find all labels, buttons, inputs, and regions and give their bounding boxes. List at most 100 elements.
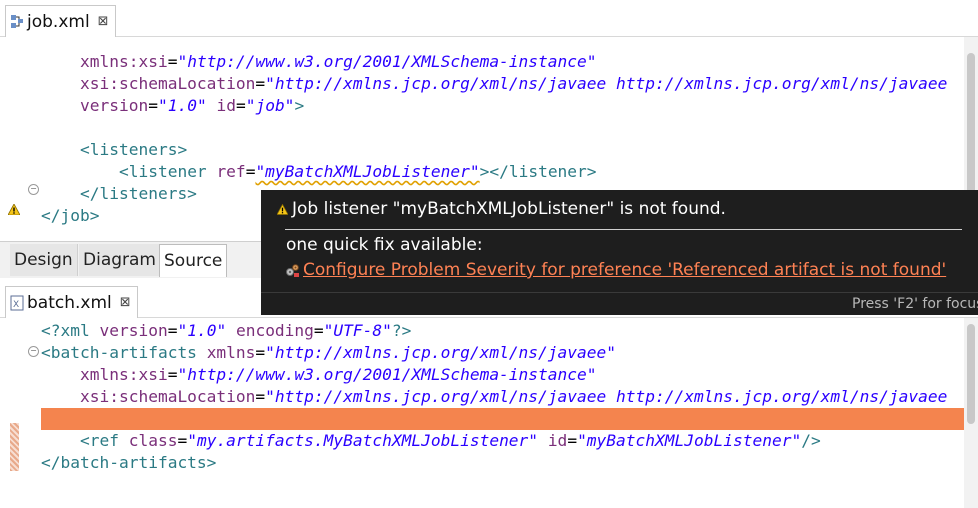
code-token: "http://www.w3.org/2001/XMLSchema-instan…: [177, 52, 597, 71]
scroll-thumb[interactable]: [967, 324, 975, 424]
code-token: <listener: [118, 162, 217, 181]
code-token: <batch-artifacts: [41, 343, 207, 362]
code-token: </listeners>: [79, 184, 197, 203]
editor-tabbar: job.xml ⊠: [0, 0, 978, 37]
status-hint: Press 'F2' for focus: [852, 296, 978, 312]
batch-xml-source[interactable]: <?xml version="1.0" encoding="UTF-8"?> <b…: [41, 320, 964, 474]
tab-source[interactable]: Source: [159, 244, 228, 277]
code-line[interactable]: [41, 408, 964, 430]
code-line[interactable]: version="1.0" id="job">: [41, 95, 964, 117]
code-token: "http://xmlns.jcp.org/xml/ns/javaee http…: [265, 387, 948, 406]
code-token: id: [547, 431, 568, 450]
quick-fix-item[interactable]: Configure Problem Severity for preferenc…: [285, 260, 946, 280]
problem-message: Job listener "myBatchXMLJobListener" is …: [277, 199, 726, 219]
code-token: "UTF-8": [323, 321, 392, 340]
code-token: =: [148, 96, 158, 115]
configure-severity-link[interactable]: Configure Problem Severity for preferenc…: [303, 260, 946, 280]
code-token: <listeners>: [79, 140, 188, 159]
code-token: xmlns:xsi: [79, 365, 168, 384]
editor-gutter: −: [0, 318, 40, 508]
problem-hover-popup: Job listener "myBatchXMLJobListener" is …: [261, 190, 978, 315]
divider: [285, 229, 962, 230]
editor-gutter: −: [0, 37, 40, 260]
code-token: </batch-artifacts>: [41, 453, 217, 472]
code-token: </job>: [41, 206, 100, 225]
tab-job-xml[interactable]: job.xml ⊠: [5, 5, 116, 37]
code-token: xsi:schemaLocation: [79, 387, 256, 406]
code-line[interactable]: <ref class="my.artifacts.MyBatchXMLJobLi…: [41, 430, 964, 452]
code-token: xsi:schemaLocation: [79, 74, 256, 93]
quick-fix-title: one quick fix available:: [286, 235, 483, 255]
tab-design[interactable]: Design: [10, 244, 78, 276]
vertical-scrollbar[interactable]: [964, 318, 978, 508]
code-line[interactable]: <batch-artifacts xmlns="http://xmlns.jcp…: [41, 342, 964, 364]
code-token: =: [177, 431, 188, 450]
tab-batch-xml[interactable]: X batch.xml ⊠: [5, 286, 138, 318]
code-token: />: [801, 431, 821, 450]
code-line[interactable]: xmlns:xsi="http://www.w3.org/2001/XMLSch…: [41, 51, 964, 73]
warning-icon: [277, 203, 288, 215]
code-token: "job": [245, 96, 295, 115]
code-token: =: [245, 162, 256, 181]
code-line[interactable]: <?xml version="1.0" encoding="UTF-8"?>: [41, 320, 964, 342]
close-icon[interactable]: ⊠: [120, 295, 131, 310]
code-token: >: [294, 96, 305, 115]
code-token: =: [167, 365, 178, 384]
code-token: id: [216, 96, 236, 115]
code-token: "myBatchXMLJobListener": [577, 431, 802, 450]
code-line[interactable]: <listeners>: [41, 139, 964, 161]
code-line[interactable]: xsi:schemaLocation="http://xmlns.jcp.org…: [41, 386, 964, 408]
tab-label: job.xml: [27, 11, 90, 32]
code-line[interactable]: xsi:schemaLocation="http://xmlns.jcp.org…: [41, 73, 964, 95]
code-token: xmlns: [206, 343, 256, 362]
code-token: ref: [216, 162, 246, 181]
code-token: =: [167, 321, 178, 340]
code-token: <?xml: [41, 321, 100, 340]
code-token: version: [79, 96, 149, 115]
close-icon[interactable]: ⊠: [98, 14, 109, 29]
code-token: =: [255, 343, 266, 362]
code-line[interactable]: xmlns:xsi="http://www.w3.org/2001/XMLSch…: [41, 364, 964, 386]
code-token: encoding: [235, 321, 314, 340]
code-token: =: [255, 387, 266, 406]
code-token: =: [313, 321, 324, 340]
code-line[interactable]: [41, 117, 964, 139]
code-token: =: [167, 52, 178, 71]
svg-text:X: X: [13, 300, 19, 310]
code-token: "http://xmlns.jcp.org/xml/ns/javaee": [265, 343, 617, 362]
popup-status-bar: Press 'F2' for focus: [261, 292, 978, 315]
code-token: "1.0": [177, 321, 227, 340]
code-token: class: [128, 431, 178, 450]
code-line[interactable]: <listener ref="myBatchXMLJobListener"></…: [41, 161, 964, 183]
warning-icon[interactable]: [8, 204, 20, 215]
problem-text: Job listener "myBatchXMLJobListener" is …: [292, 199, 726, 219]
code-token: <ref: [79, 431, 129, 450]
code-token: xmlns:xsi: [79, 52, 168, 71]
code-line[interactable]: </batch-artifacts>: [41, 452, 964, 474]
tab-diagram[interactable]: Diagram: [79, 244, 161, 276]
code-token: "myBatchXMLJobListener": [255, 162, 480, 181]
change-marker: [10, 423, 19, 471]
batch-xml-editor: X batch.xml ⊠ − <?xml version="1.0" enco…: [0, 283, 978, 508]
fold-icon[interactable]: −: [28, 184, 39, 195]
code-token: "http://www.w3.org/2001/XMLSchema-instan…: [177, 365, 597, 384]
xml-file-icon: X: [10, 295, 24, 311]
fold-icon[interactable]: −: [28, 346, 39, 357]
code-token: "my.artifacts.MyBatchXMLJobListener": [187, 431, 539, 450]
tab-label: batch.xml: [27, 292, 112, 313]
quick-fix-icon: [286, 263, 299, 277]
code-token: ></listener>: [479, 162, 597, 181]
code-token: =: [255, 74, 266, 93]
code-token: version: [99, 321, 168, 340]
